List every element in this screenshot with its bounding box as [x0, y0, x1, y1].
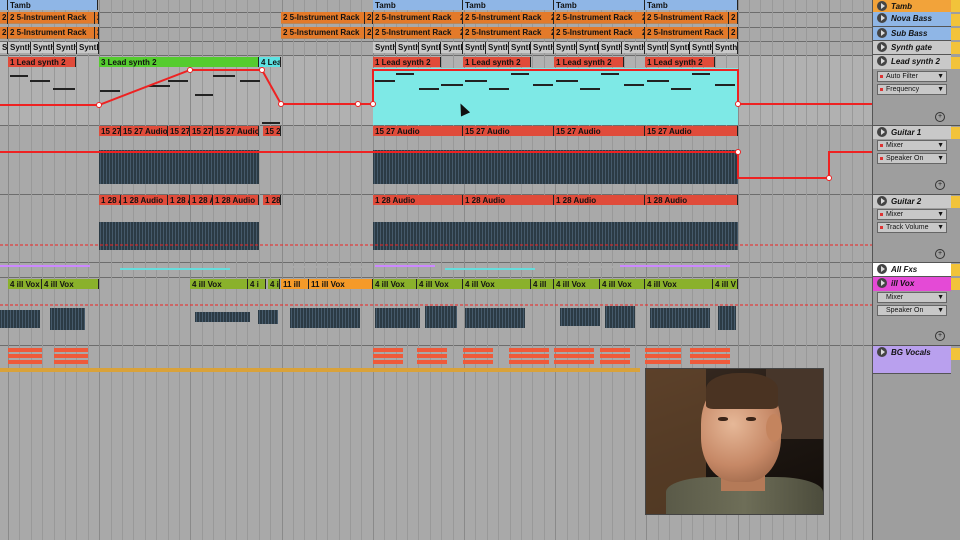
- device-chooser[interactable]: Mixer ▼: [877, 292, 947, 303]
- webcam-overlay: [645, 368, 824, 515]
- add-automation-icon[interactable]: +: [935, 112, 945, 122]
- automation-breakpoint: [355, 101, 361, 107]
- automation-indicator-icon: [880, 157, 883, 160]
- automation-indicator-icon: [880, 213, 883, 216]
- automation-breakpoint: [370, 101, 376, 107]
- parameter-chooser-label: Track Volume: [886, 224, 929, 231]
- parameter-chooser-label: Frequency: [886, 86, 920, 93]
- track-activator-icon[interactable]: [877, 347, 887, 357]
- add-automation-icon[interactable]: +: [935, 180, 945, 190]
- device-chooser[interactable]: Mixer ▼: [877, 209, 947, 220]
- track-color-strip: [951, 28, 960, 40]
- chevron-down-icon: ▼: [937, 211, 944, 218]
- automation-indicator-icon: [880, 226, 883, 229]
- automation-breakpoint: [278, 101, 284, 107]
- parameter-chooser[interactable]: Speaker On ▼: [877, 153, 947, 164]
- track-name: Lead synth 2: [891, 57, 940, 66]
- track-color-strip: [951, 14, 960, 26]
- track-name: Guitar 1: [891, 128, 922, 137]
- parameter-chooser-label: Speaker On: [886, 155, 924, 162]
- track-name: BG Vocals: [891, 348, 931, 357]
- track-name: ill Vox: [891, 279, 915, 288]
- track-header-guitar-2[interactable]: Guitar 2: [873, 195, 951, 208]
- automation-breakpoint: [259, 67, 265, 73]
- track-header-ill-vox[interactable]: ill Vox: [873, 277, 951, 291]
- track-header-panel: Tamb Nova Bass Sub Bass Synth gate Lead …: [872, 0, 960, 540]
- track-name: All Fxs: [891, 265, 918, 274]
- track-color-strip: [951, 0, 960, 12]
- track-name: Guitar 2: [891, 197, 922, 206]
- chevron-down-icon: ▼: [937, 294, 944, 301]
- automation-breakpoint: [96, 102, 102, 108]
- track-color-strip: [951, 57, 960, 69]
- track-name: Tamb: [891, 2, 913, 11]
- track-header-sub-bass[interactable]: Sub Bass: [873, 27, 951, 41]
- device-chooser-label: Mixer: [886, 142, 904, 149]
- track-color-strip: [951, 264, 960, 276]
- track-color-strip: [951, 127, 960, 139]
- track-name: Synth gate: [891, 43, 932, 52]
- track-activator-icon[interactable]: [877, 264, 887, 274]
- track-header-all-fxs[interactable]: All Fxs: [873, 263, 951, 277]
- automation-line-guitar-1: [0, 151, 872, 179]
- parameter-chooser-label: Speaker On: [886, 307, 924, 314]
- track-activator-icon[interactable]: [877, 196, 887, 206]
- chevron-down-icon: ▼: [937, 224, 944, 231]
- track-color-strip: [951, 348, 960, 360]
- device-chooser[interactable]: Mixer ▼: [877, 140, 947, 151]
- track-header-nova-bass[interactable]: Nova Bass: [873, 12, 951, 27]
- automation-indicator-icon: [880, 88, 883, 91]
- track-color-strip: [951, 42, 960, 54]
- track-activator-icon[interactable]: [877, 1, 887, 11]
- track-activator-icon[interactable]: [877, 56, 887, 66]
- device-chooser-label: Mixer: [886, 211, 904, 218]
- track-activator-icon[interactable]: [877, 28, 887, 38]
- device-chooser-label: Auto Filter: [886, 73, 918, 80]
- parameter-chooser[interactable]: Speaker On ▼: [877, 305, 947, 316]
- automation-indicator-icon: [880, 75, 883, 78]
- chevron-down-icon: ▼: [937, 307, 944, 314]
- automation-breakpoint: [735, 101, 741, 107]
- automation-breakpoint: [735, 149, 741, 155]
- automation-line-lead-synth: [0, 69, 872, 106]
- track-header-guitar-1[interactable]: Guitar 1: [873, 126, 951, 139]
- chevron-down-icon: ▼: [937, 142, 944, 149]
- presenter-hair: [706, 373, 778, 409]
- track-activator-icon[interactable]: [877, 127, 887, 137]
- track-activator-icon[interactable]: [877, 13, 887, 23]
- chevron-down-icon: ▼: [937, 86, 944, 93]
- parameter-chooser[interactable]: Track Volume ▼: [877, 222, 947, 233]
- track-header-lead-synth-2[interactable]: Lead synth 2: [873, 55, 951, 69]
- chevron-down-icon: ▼: [937, 155, 944, 162]
- automation-breakpoint: [187, 67, 193, 73]
- device-chooser[interactable]: Auto Filter ▼: [877, 71, 947, 82]
- track-name: Sub Bass: [891, 29, 928, 38]
- presenter-eye: [746, 417, 756, 421]
- device-chooser-label: Mixer: [886, 294, 904, 301]
- automation-breakpoint: [826, 175, 832, 181]
- track-header-bg-vocals[interactable]: BG Vocals: [873, 346, 951, 374]
- presenter-eye: [718, 417, 728, 421]
- add-automation-icon[interactable]: +: [935, 331, 945, 341]
- automation-indicator-icon: [880, 144, 883, 147]
- presenter-ear: [766, 414, 782, 442]
- parameter-chooser[interactable]: Frequency ▼: [877, 84, 947, 95]
- track-activator-icon[interactable]: [877, 42, 887, 52]
- track-activator-icon[interactable]: [877, 278, 887, 288]
- track-header-synth-gate[interactable]: Synth gate: [873, 41, 951, 55]
- track-color-strip: [951, 278, 960, 290]
- track-color-strip: [951, 196, 960, 208]
- chevron-down-icon: ▼: [937, 73, 944, 80]
- add-automation-icon[interactable]: +: [935, 249, 945, 259]
- track-name: Nova Bass: [891, 14, 932, 23]
